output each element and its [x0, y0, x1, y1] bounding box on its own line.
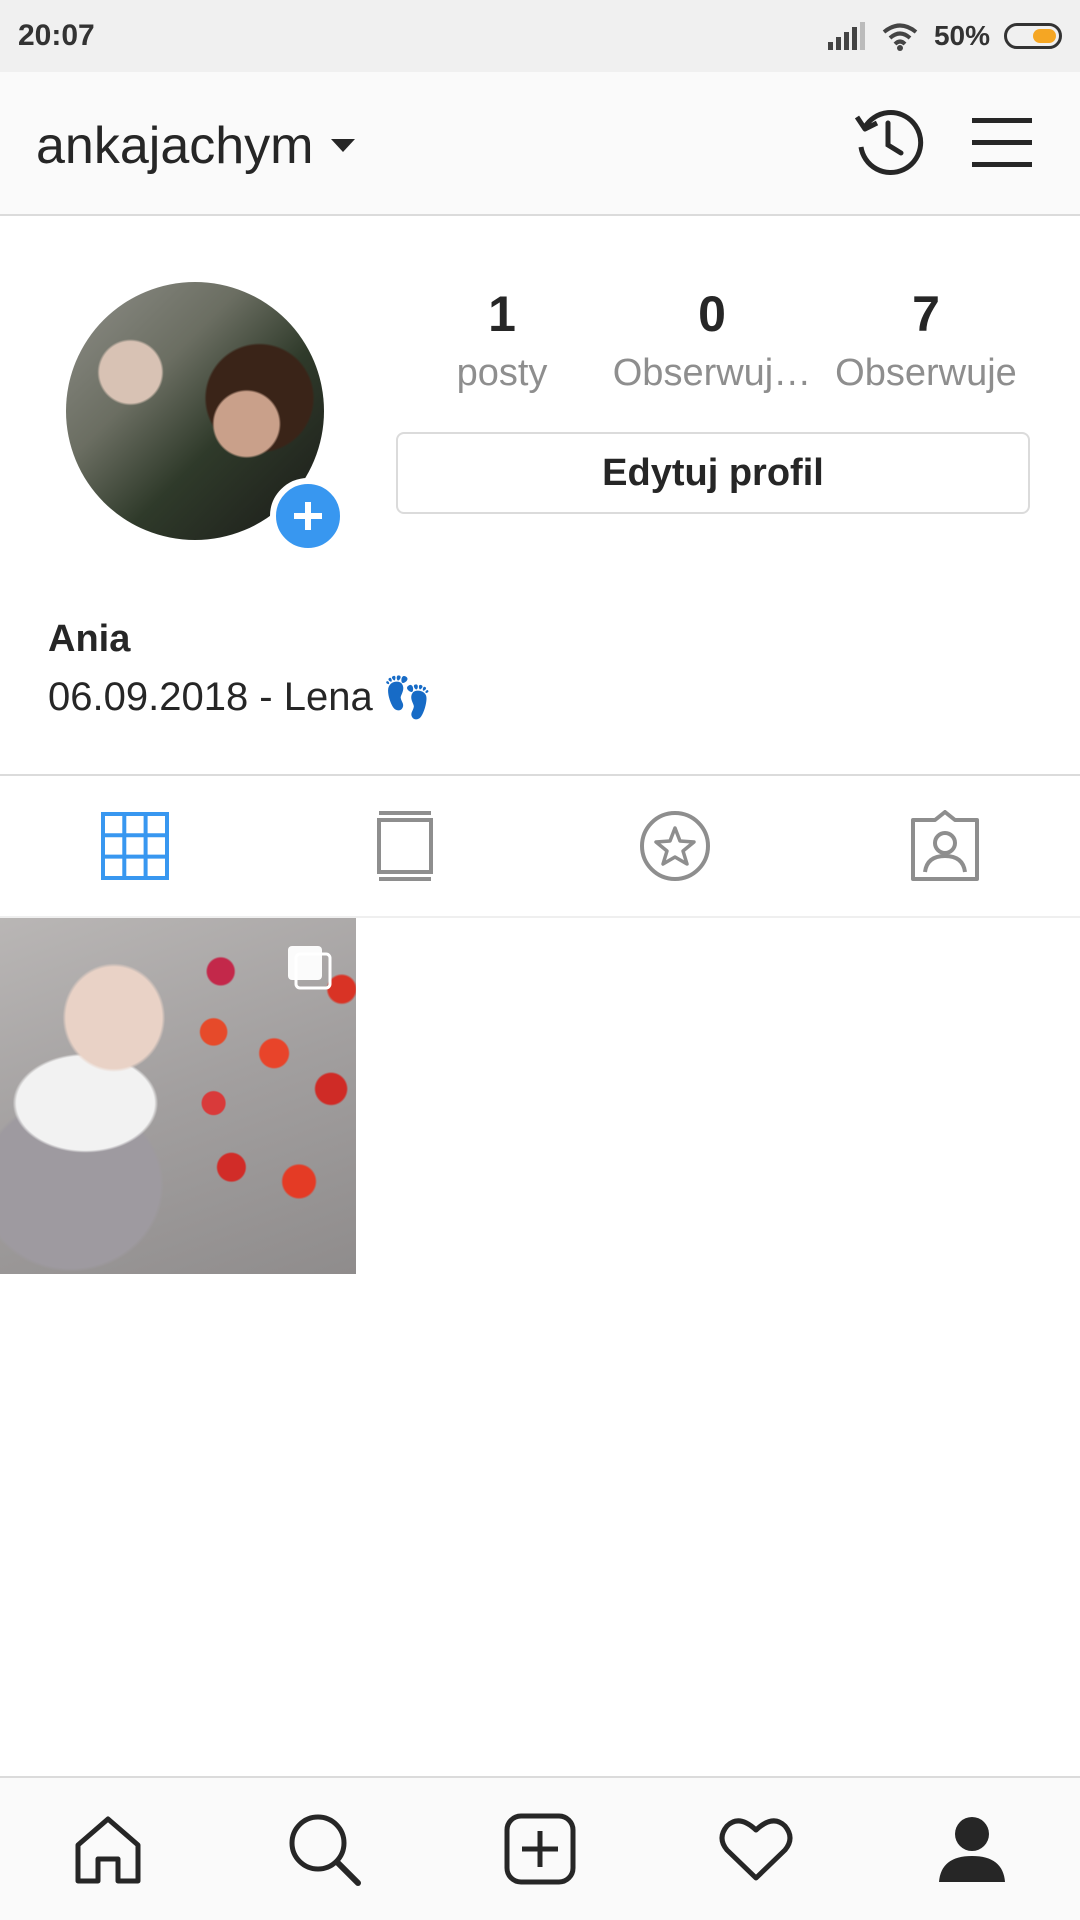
home-icon	[75, 1816, 141, 1884]
profile-name: Ania	[48, 618, 131, 660]
igtv-icon	[377, 811, 433, 881]
add-story-button[interactable]	[270, 478, 346, 554]
activity-heart-icon	[719, 1818, 793, 1881]
stat-followers-value: 0	[698, 286, 726, 342]
post-thumbnail[interactable]	[0, 918, 356, 1274]
account-switcher[interactable]: ankajachym	[36, 116, 356, 176]
carousel-icon	[288, 946, 332, 990]
stat-following-value: 7	[912, 286, 940, 342]
stat-posts-label: posty	[456, 352, 548, 394]
edit-profile-button[interactable]: Edytuj profil	[396, 432, 1030, 514]
nav-profile[interactable]	[864, 1778, 1080, 1920]
stat-following-label: Obserwuje	[835, 352, 1017, 394]
stat-posts[interactable]: 1 posty	[402, 286, 602, 395]
archive-history-icon	[854, 110, 924, 175]
plus-icon	[294, 502, 322, 530]
profile-tabs	[0, 774, 1080, 918]
bio-text: 06.09.2018 - Lena	[48, 675, 373, 719]
nav-search[interactable]	[216, 1778, 432, 1920]
grid-icon	[101, 812, 169, 880]
tab-igtv[interactable]	[270, 776, 540, 916]
tab-tagged[interactable]	[810, 776, 1080, 916]
bottom-navigation	[0, 1776, 1080, 1920]
archive-button[interactable]	[848, 102, 928, 182]
nav-home[interactable]	[0, 1778, 216, 1920]
stat-posts-value: 1	[488, 286, 516, 342]
wifi-icon	[882, 23, 918, 51]
stat-following[interactable]: 7 Obserwuje	[826, 286, 1026, 395]
nav-add-post[interactable]	[432, 1778, 648, 1920]
battery-level	[1033, 29, 1056, 43]
status-time: 20:07	[18, 19, 95, 52]
stat-followers-label: Obserwuj…	[612, 352, 812, 394]
signal-icon	[827, 22, 865, 50]
profile-header: ankajachym	[0, 72, 1080, 216]
avatar-container	[66, 282, 346, 554]
saved-star-icon	[640, 811, 710, 881]
nav-activity[interactable]	[648, 1778, 864, 1920]
menu-icon	[972, 118, 1032, 167]
username: ankajachym	[36, 117, 314, 175]
tab-saved[interactable]	[540, 776, 810, 916]
battery-percent: 50%	[933, 20, 990, 51]
footprints-emoji: 👣	[382, 676, 433, 720]
stat-followers[interactable]: 0 Obserwuj…	[612, 286, 812, 395]
search-icon	[289, 1814, 361, 1886]
status-indicators: 50%	[826, 20, 1062, 52]
tab-grid[interactable]	[0, 776, 270, 916]
add-post-icon	[504, 1813, 576, 1885]
menu-button[interactable]	[962, 102, 1042, 182]
profile-bio: 06.09.2018 - Lena 👣	[48, 674, 433, 721]
status-bar: 20:07 50%	[0, 0, 1080, 72]
tagged-icon	[911, 810, 979, 881]
battery-icon	[1004, 23, 1062, 49]
profile-icon	[939, 1817, 1005, 1882]
chevron-down-icon	[331, 139, 356, 152]
